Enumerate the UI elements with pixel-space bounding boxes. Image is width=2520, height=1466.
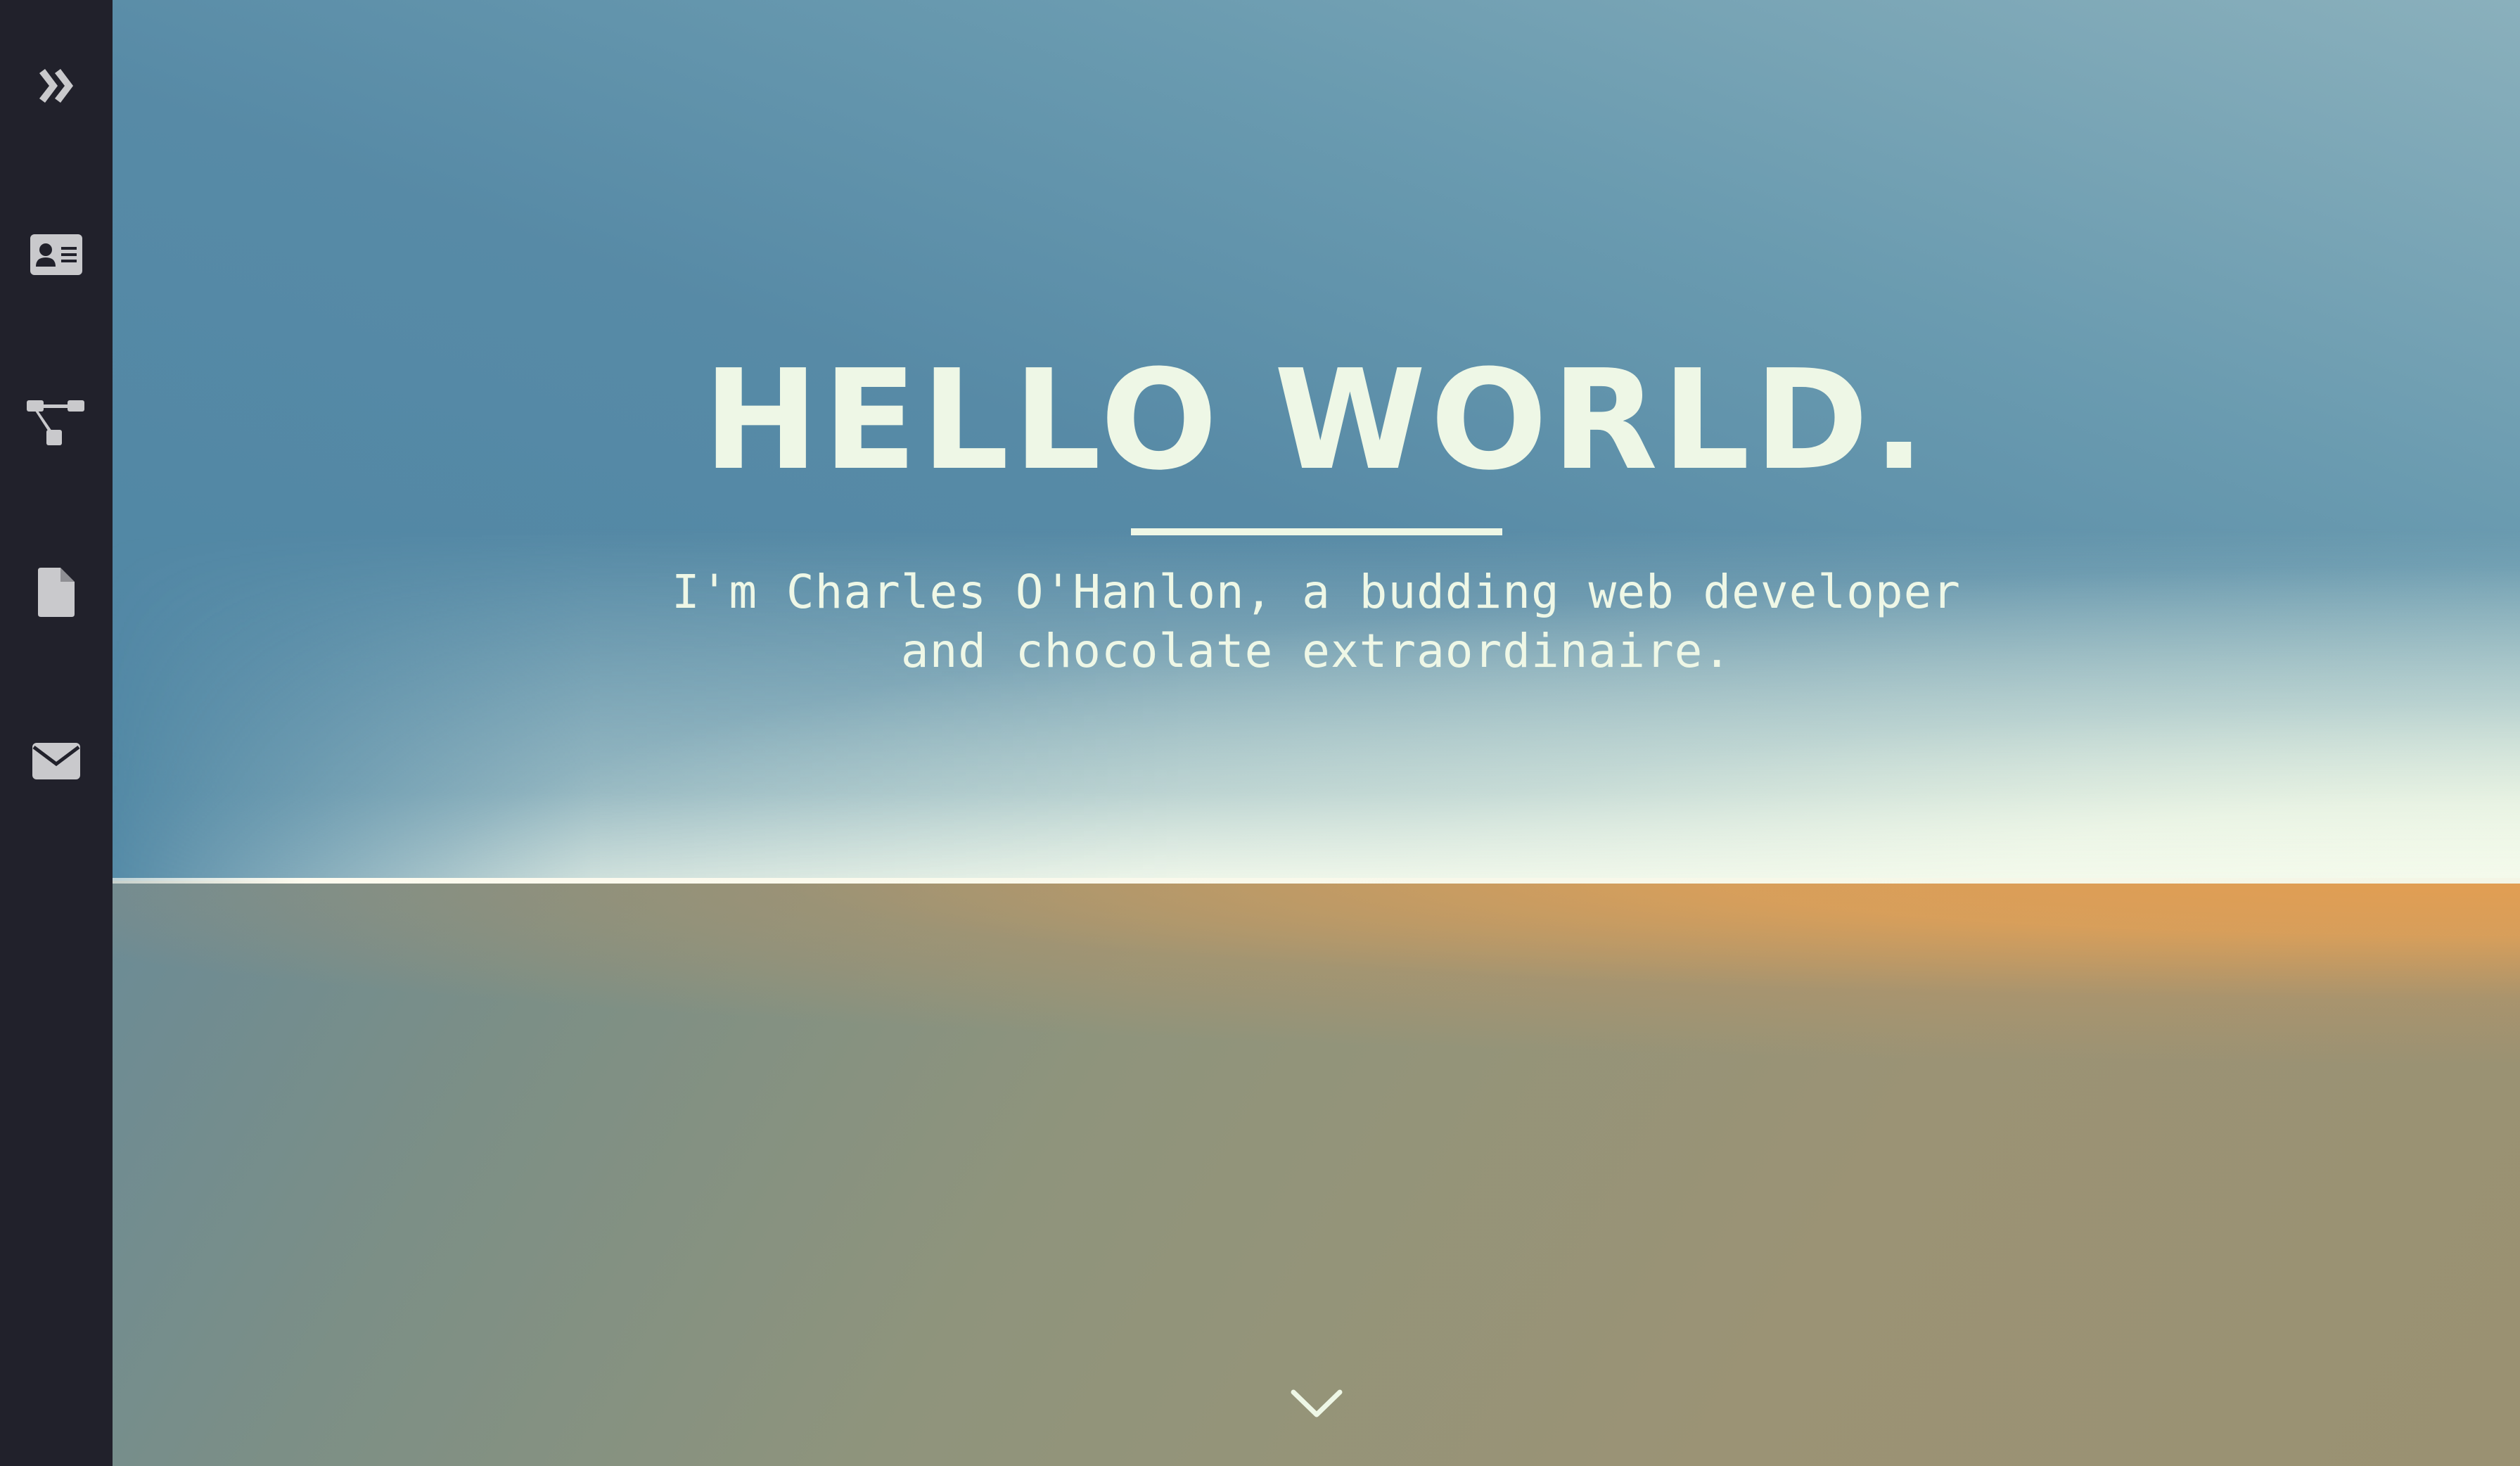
horizon-line (113, 878, 2520, 884)
tagline-line-1: I'm Charles O'Hanlon, a budding web deve… (671, 565, 1962, 619)
hero-tagline: I'm Charles O'Hanlon, a budding web deve… (113, 563, 2520, 681)
contact-card-icon (30, 234, 82, 275)
sidebar-item-projects[interactable] (0, 367, 113, 480)
hero-section: HELLO WORLD. I'm Charles O'Hanlon, a bud… (113, 0, 2520, 1466)
sidebar-item-about[interactable] (0, 198, 113, 311)
envelope-icon (32, 743, 80, 779)
hero-title: HELLO WORLD. (703, 340, 1930, 501)
sidebar (0, 0, 113, 1466)
sidebar-item-resume[interactable] (0, 536, 113, 649)
tagline-line-2: and chocolate extraordinaire. (900, 624, 1732, 678)
chevron-down-icon (1291, 1389, 1343, 1417)
file-icon (38, 568, 75, 617)
title-underline (1131, 528, 1502, 535)
sitemap-icon (27, 400, 84, 445)
sidebar-item-contact[interactable] (0, 705, 113, 817)
scroll-down-button[interactable] (1287, 1375, 1346, 1434)
expand-sidebar-button[interactable] (0, 30, 113, 142)
double-chevron-right-icon (39, 69, 73, 103)
page: HELLO WORLD. I'm Charles O'Hanlon, a bud… (0, 0, 2520, 1466)
